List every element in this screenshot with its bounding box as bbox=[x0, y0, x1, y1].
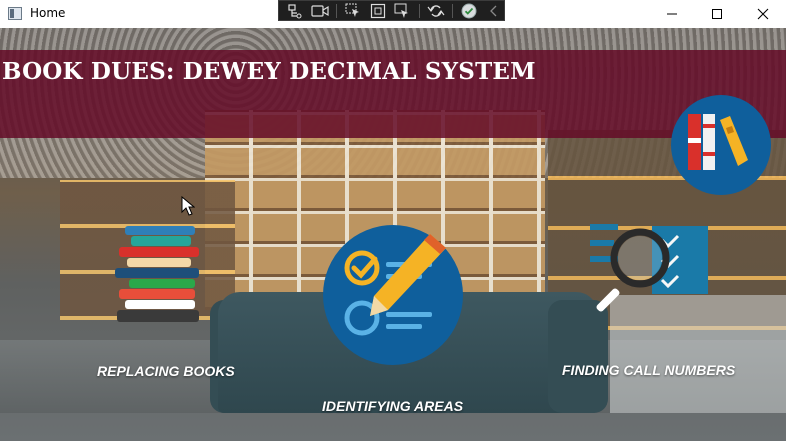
toolbar-separator bbox=[336, 3, 337, 18]
tile-label-identifying-areas: IDENTIFYING AREAS bbox=[322, 398, 464, 414]
toolbar-separator bbox=[452, 3, 453, 18]
toolbar-separator bbox=[418, 3, 420, 18]
debug-toolbar bbox=[278, 0, 505, 21]
app-window-icon bbox=[8, 7, 22, 20]
live-visual-tree-icon[interactable] bbox=[285, 3, 306, 19]
book-stack-icon bbox=[115, 226, 199, 322]
minimize-icon bbox=[667, 13, 677, 15]
hot-reload-icon[interactable] bbox=[426, 3, 447, 19]
window-title: Home bbox=[30, 6, 66, 20]
tile-finding-call-numbers[interactable]: FINDING CALL NUMBERS bbox=[560, 210, 738, 385]
tile-label-replacing-books: REPLACING BOOKS bbox=[97, 363, 235, 379]
page-title: BOOK DUES: DEWEY DECIMAL SYSTEM bbox=[2, 58, 536, 85]
mouse-cursor-icon bbox=[181, 196, 195, 216]
maximize-button[interactable] bbox=[694, 0, 740, 28]
tile-replacing-books[interactable]: REPLACING BOOKS bbox=[95, 220, 235, 385]
bookshelf-logo-icon bbox=[671, 95, 771, 195]
track-focused-element-icon[interactable] bbox=[392, 3, 413, 19]
minimize-button[interactable] bbox=[649, 0, 695, 28]
window-titlebar: Home bbox=[0, 0, 786, 28]
tile-identifying-areas[interactable]: IDENTIFYING AREAS bbox=[320, 224, 470, 420]
tile-label-finding-call-numbers: FINDING CALL NUMBERS bbox=[562, 362, 736, 378]
magnifier-list-icon bbox=[590, 224, 708, 312]
maximize-icon bbox=[712, 9, 722, 19]
close-icon bbox=[757, 8, 769, 20]
close-button[interactable] bbox=[740, 0, 786, 28]
display-layout-adorners-icon[interactable] bbox=[368, 3, 389, 19]
checklist-pencil-icon bbox=[323, 225, 463, 365]
select-element-icon[interactable] bbox=[343, 3, 364, 19]
record-icon[interactable] bbox=[310, 3, 331, 19]
checkmark-icon[interactable] bbox=[459, 3, 480, 19]
collapse-chevron-icon[interactable] bbox=[484, 3, 505, 19]
